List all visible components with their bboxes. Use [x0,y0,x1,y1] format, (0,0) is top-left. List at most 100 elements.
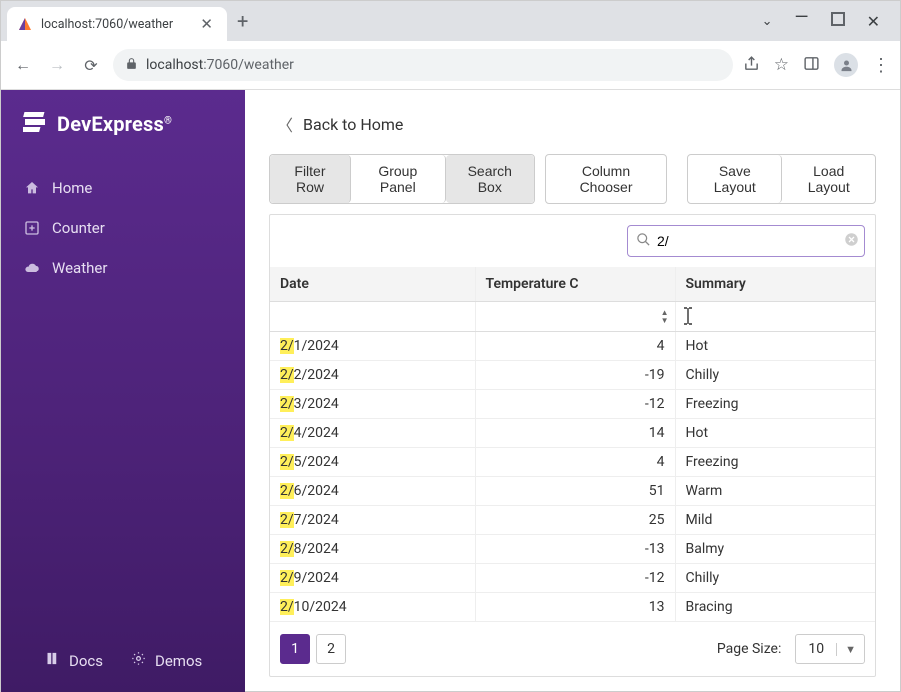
kebab-menu-icon[interactable]: ⋮ [872,55,890,76]
side-panel-icon[interactable] [803,55,820,76]
number-spinner[interactable]: ▲ ▼ [482,309,669,325]
load-layout-button[interactable]: Load Layout [782,155,875,203]
sidebar: DevExpress® Home Counter Weather Docs [1,90,245,692]
page-size-label: Page Size: [717,641,782,657]
table-row[interactable]: 2/1/20244Hot [270,332,875,361]
save-layout-button[interactable]: Save Layout [688,155,782,203]
back-button[interactable]: ← [11,55,35,75]
share-icon[interactable] [743,55,760,76]
cell-temp: 14 [475,419,675,448]
tab-close-icon[interactable]: ✕ [196,15,217,33]
col-header-temp[interactable]: Temperature C [475,267,675,302]
cell-date: 2/1/2024 [270,332,475,361]
sidebar-nav: Home Counter Weather [1,168,245,288]
cell-temp: 25 [475,506,675,535]
filter-cell-summary[interactable] [675,302,875,332]
brand: DevExpress® [1,108,245,160]
url-bar: ← → ⟳ localhost:7060/weather ☆ ⋮ [1,41,900,89]
reload-button[interactable]: ⟳ [79,56,103,75]
col-header-summary[interactable]: Summary [675,267,875,302]
footer-demos-link[interactable]: Demos [131,651,202,670]
cell-temp: -19 [475,361,675,390]
cell-summary: Hot [675,419,875,448]
sidebar-item-counter[interactable]: Counter [1,208,245,248]
bookmark-icon[interactable]: ☆ [774,55,789,75]
page-size-value: 10 [796,641,836,657]
cell-temp: 4 [475,332,675,361]
cell-summary: Chilly [675,361,875,390]
cell-date: 2/4/2024 [270,419,475,448]
clear-search-icon[interactable] [844,232,859,251]
filter-row: ▲ ▼ [270,302,875,332]
filter-cell-temp[interactable]: ▲ ▼ [475,302,675,332]
main-content: 〈 Back to Home Filter Row Group Panel Se… [245,90,900,692]
page-button-2[interactable]: 2 [316,634,346,664]
table-row[interactable]: 2/3/2024-12Freezing [270,390,875,419]
sidebar-item-label: Home [52,179,92,197]
browser-tab[interactable]: localhost:7060/weather ✕ [7,7,227,41]
sidebar-footer: Docs Demos [1,651,245,678]
tab-dropdown-icon[interactable]: ⌄ [762,14,773,29]
table-row[interactable]: 2/10/202413Bracing [270,593,875,622]
cell-summary: Mild [675,506,875,535]
cell-summary: Freezing [675,390,875,419]
cell-temp: 51 [475,477,675,506]
cell-date: 2/9/2024 [270,564,475,593]
brand-name: DevExpress® [57,112,172,136]
search-box[interactable] [627,225,865,257]
sidebar-item-label: Weather [52,259,107,277]
table-row[interactable]: 2/7/202425Mild [270,506,875,535]
search-box-toggle[interactable]: Search Box [446,155,534,203]
layout-group: Save Layout Load Layout [687,154,876,204]
minimize-button[interactable]: — [795,7,809,28]
filter-row-toggle[interactable]: Filter Row [270,155,351,203]
sidebar-item-home[interactable]: Home [1,168,245,208]
cell-date: 2/3/2024 [270,390,475,419]
footer-demos-label: Demos [155,652,202,670]
page-button-1[interactable]: 1 [280,634,310,664]
group-panel-toggle[interactable]: Group Panel [351,155,446,203]
cell-summary: Chilly [675,564,875,593]
maximize-button[interactable] [831,12,845,30]
grid-table: Date Temperature C Summary ▲ ▼ [270,267,875,622]
sidebar-item-weather[interactable]: Weather [1,248,245,288]
header-row: Date Temperature C Summary [270,267,875,302]
page-buttons: 12 [280,634,346,664]
search-input[interactable] [657,233,838,249]
page-size-select[interactable]: 10 ▼ [795,634,865,664]
profile-avatar[interactable] [834,53,858,77]
table-row[interactable]: 2/4/202414Hot [270,419,875,448]
cell-temp: 13 [475,593,675,622]
close-window-button[interactable]: ✕ [867,12,880,31]
column-chooser-button[interactable]: Column Chooser [545,154,667,204]
brand-logo-icon [23,110,47,138]
filter-cell-date[interactable] [270,302,475,332]
text-cursor-icon [680,306,696,326]
back-link-label: Back to Home [303,115,403,134]
table-row[interactable]: 2/8/2024-13Balmy [270,535,875,564]
table-row[interactable]: 2/6/202451Warm [270,477,875,506]
cell-temp: -12 [475,564,675,593]
cell-date: 2/8/2024 [270,535,475,564]
cell-summary: Balmy [675,535,875,564]
back-to-home-link[interactable]: 〈 Back to Home [269,108,403,154]
search-icon [636,232,651,251]
cell-summary: Freezing [675,448,875,477]
footer-docs-link[interactable]: Docs [45,651,103,670]
spin-down-icon[interactable]: ▼ [661,317,669,325]
chevron-down-icon[interactable]: ▼ [836,643,864,656]
tab-title: localhost:7060/weather [41,17,173,32]
forward-button[interactable]: → [45,55,69,75]
sidebar-item-label: Counter [52,219,105,237]
col-header-date[interactable]: Date [270,267,475,302]
browser-chrome: localhost:7060/weather ✕ + ⌄ — ✕ ← → ⟳ l… [1,1,900,90]
home-icon [23,180,40,196]
cell-date: 2/7/2024 [270,506,475,535]
table-row[interactable]: 2/2/2024-19Chilly [270,361,875,390]
url-field[interactable]: localhost:7060/weather [113,49,733,81]
lock-icon [125,57,138,74]
table-row[interactable]: 2/5/20244Freezing [270,448,875,477]
new-tab-button[interactable]: + [227,9,258,33]
cell-temp: 4 [475,448,675,477]
table-row[interactable]: 2/9/2024-12Chilly [270,564,875,593]
